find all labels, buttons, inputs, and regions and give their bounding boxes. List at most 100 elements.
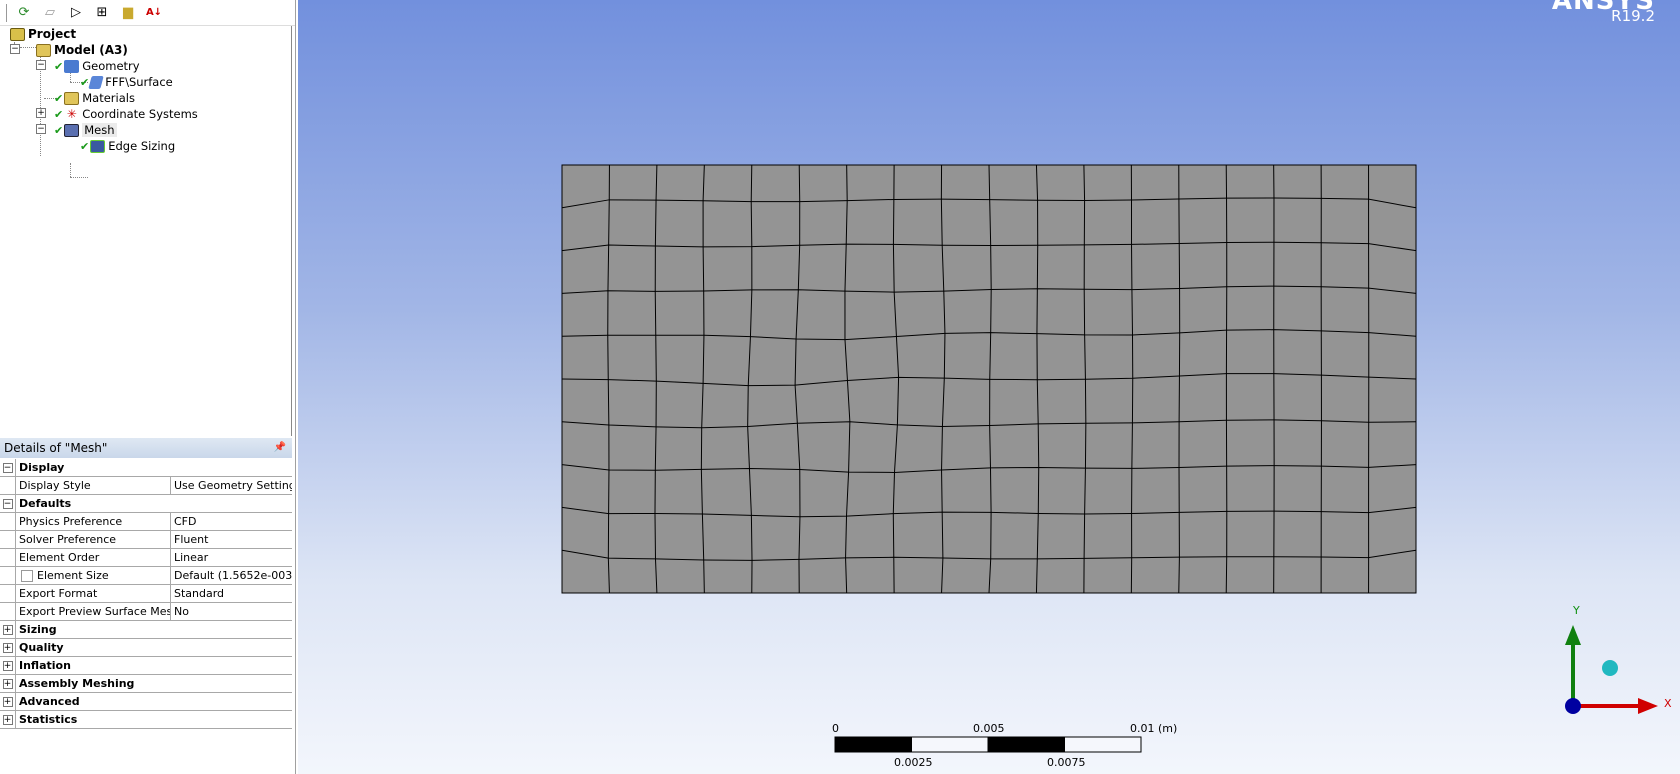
property-value[interactable]: Fluent: [171, 531, 292, 548]
details-property-row[interactable]: Element Order Linear: [0, 549, 292, 567]
details-group-row[interactable]: + Quality: [0, 639, 292, 657]
z-axis-sphere: [1565, 698, 1581, 714]
triad-y-label: Y: [1573, 604, 1580, 617]
collapse-model-toggle[interactable]: −: [10, 44, 20, 54]
pin-icon[interactable]: 📌: [274, 438, 286, 458]
expand-toggle[interactable]: +: [2, 678, 13, 689]
tree-toolbar: ⟳ ▱ ▷ ⊞ ▆ A↓: [0, 0, 295, 26]
x-axis-arrow: [1638, 698, 1658, 714]
property-value[interactable]: Use Geometry Setting: [171, 477, 292, 494]
expand-toggle[interactable]: +: [2, 696, 13, 707]
row-gutter: [0, 585, 16, 602]
expand-toggle[interactable]: +: [2, 660, 13, 671]
model-folder-icon: [36, 43, 51, 57]
surface-body-icon: [88, 75, 104, 89]
expand-toggle[interactable]: +: [2, 714, 13, 725]
collapse-mesh-toggle[interactable]: −: [36, 124, 46, 134]
row-gutter: [0, 477, 16, 494]
group-label: Statistics: [19, 713, 78, 726]
details-group-row[interactable]: + Inflation: [0, 657, 292, 675]
details-property-row[interactable]: Physics Preference CFD: [0, 513, 292, 531]
collapse-toggle[interactable]: −: [2, 498, 13, 509]
property-value[interactable]: CFD: [171, 513, 292, 530]
property-value[interactable]: Default (1.5652e-003 ...: [171, 567, 292, 584]
details-property-row[interactable]: Display Style Use Geometry Setting: [0, 477, 292, 495]
tree-item-coordinate-systems[interactable]: ✔ ✳ Coordinate Systems: [54, 106, 198, 122]
filter-icon[interactable]: ▷: [67, 4, 85, 22]
property-value[interactable]: Standard: [171, 585, 292, 602]
graphics-viewport[interactable]: ANSYS R19.2 0 0.005 0.01 (m) 0.0025 0.00…: [298, 0, 1680, 774]
row-gutter: +: [0, 621, 16, 638]
tree-item-project[interactable]: Project: [10, 26, 76, 42]
details-group-row[interactable]: − Display: [0, 459, 292, 477]
triad-x-label: X: [1664, 697, 1672, 710]
property-value[interactable]: Linear: [171, 549, 292, 566]
details-group-row[interactable]: + Advanced: [0, 693, 292, 711]
project-icon: [10, 27, 25, 41]
check-icon: ✔: [80, 139, 90, 153]
tree-item-materials[interactable]: ✔ Materials: [54, 90, 135, 106]
scale-bar-segment: [987, 736, 1065, 753]
details-table: − Display Display Style Use Geometry Settin…: [0, 459, 292, 729]
row-gutter: [0, 567, 16, 584]
collapse-geometry-toggle[interactable]: −: [36, 60, 46, 70]
expand-toggle[interactable]: +: [2, 642, 13, 653]
row-gutter: +: [0, 693, 16, 710]
parameter-checkbox[interactable]: [21, 570, 33, 582]
collapse-toggle[interactable]: −: [2, 462, 13, 473]
expand-toggle[interactable]: +: [2, 624, 13, 635]
row-gutter: [0, 549, 16, 566]
mesh-display: [561, 164, 1658, 753]
mesh-edge: [1225, 164, 1228, 594]
row-gutter: [0, 531, 16, 548]
refresh-icon[interactable]: ⟳: [15, 4, 33, 22]
expand-coordinate-systems-toggle[interactable]: +: [36, 108, 46, 118]
row-gutter: +: [0, 657, 16, 674]
property-name: Physics Preference: [19, 515, 123, 528]
expand-all-icon[interactable]: ⊞: [93, 4, 111, 22]
scale-bar-segment: [911, 736, 989, 753]
tree-item-geometry[interactable]: ✔ Geometry: [54, 58, 140, 74]
check-icon: ✔: [54, 59, 64, 73]
details-property-row[interactable]: Export Format Standard: [0, 585, 292, 603]
scale-label-0: 0: [832, 722, 839, 735]
materials-icon: [64, 91, 80, 105]
project-tree: Project − Model (A3) − ✔ Geometry ✔ FFF\…: [0, 26, 292, 436]
folder-icon[interactable]: ▆: [119, 4, 137, 22]
group-label: Display: [19, 461, 65, 474]
details-group-row[interactable]: − Defaults: [0, 495, 292, 513]
scale-label-00075: 0.0075: [1047, 756, 1086, 769]
check-icon: ✔: [54, 123, 64, 137]
property-name: Export Preview Surface Mesh: [19, 605, 171, 618]
group-label: Defaults: [19, 497, 72, 510]
isometric-view-sphere: [1602, 660, 1618, 676]
row-gutter: +: [0, 639, 16, 656]
tree-item-model[interactable]: Model (A3): [36, 42, 128, 58]
toolbar-grip: [6, 3, 7, 22]
property-name: Export Format: [19, 587, 98, 600]
details-property-row[interactable]: Element Size Default (1.5652e-003 ...: [0, 567, 292, 585]
sort-az-icon[interactable]: A↓: [145, 4, 163, 22]
details-group-row[interactable]: + Assembly Meshing: [0, 675, 292, 693]
property-value[interactable]: No: [171, 603, 292, 620]
mesh-icon: [64, 123, 80, 137]
group-label: Quality: [19, 641, 64, 654]
eraser-icon[interactable]: ▱: [41, 4, 59, 22]
coordinate-systems-icon: ✳: [66, 106, 77, 121]
details-group-row[interactable]: + Statistics: [0, 711, 292, 729]
scale-bar-segment: [834, 736, 912, 753]
group-label: Sizing: [19, 623, 57, 636]
row-gutter: +: [0, 675, 16, 692]
row-gutter: −: [0, 459, 16, 476]
tree-item-surface[interactable]: ✔ FFF\Surface: [80, 74, 173, 90]
scale-bar-segment: [1064, 736, 1142, 753]
details-property-row[interactable]: Export Preview Surface Mesh No: [0, 603, 292, 621]
tree-item-mesh[interactable]: ✔ Mesh: [54, 122, 117, 138]
details-property-row[interactable]: Solver Preference Fluent: [0, 531, 292, 549]
row-gutter: −: [0, 495, 16, 512]
property-name: Display Style: [19, 479, 91, 492]
scale-label-001: 0.01 (m): [1130, 722, 1178, 735]
tree-item-edge-sizing[interactable]: ✔ Edge Sizing: [80, 138, 175, 154]
group-label: Inflation: [19, 659, 71, 672]
details-group-row[interactable]: + Sizing: [0, 621, 292, 639]
